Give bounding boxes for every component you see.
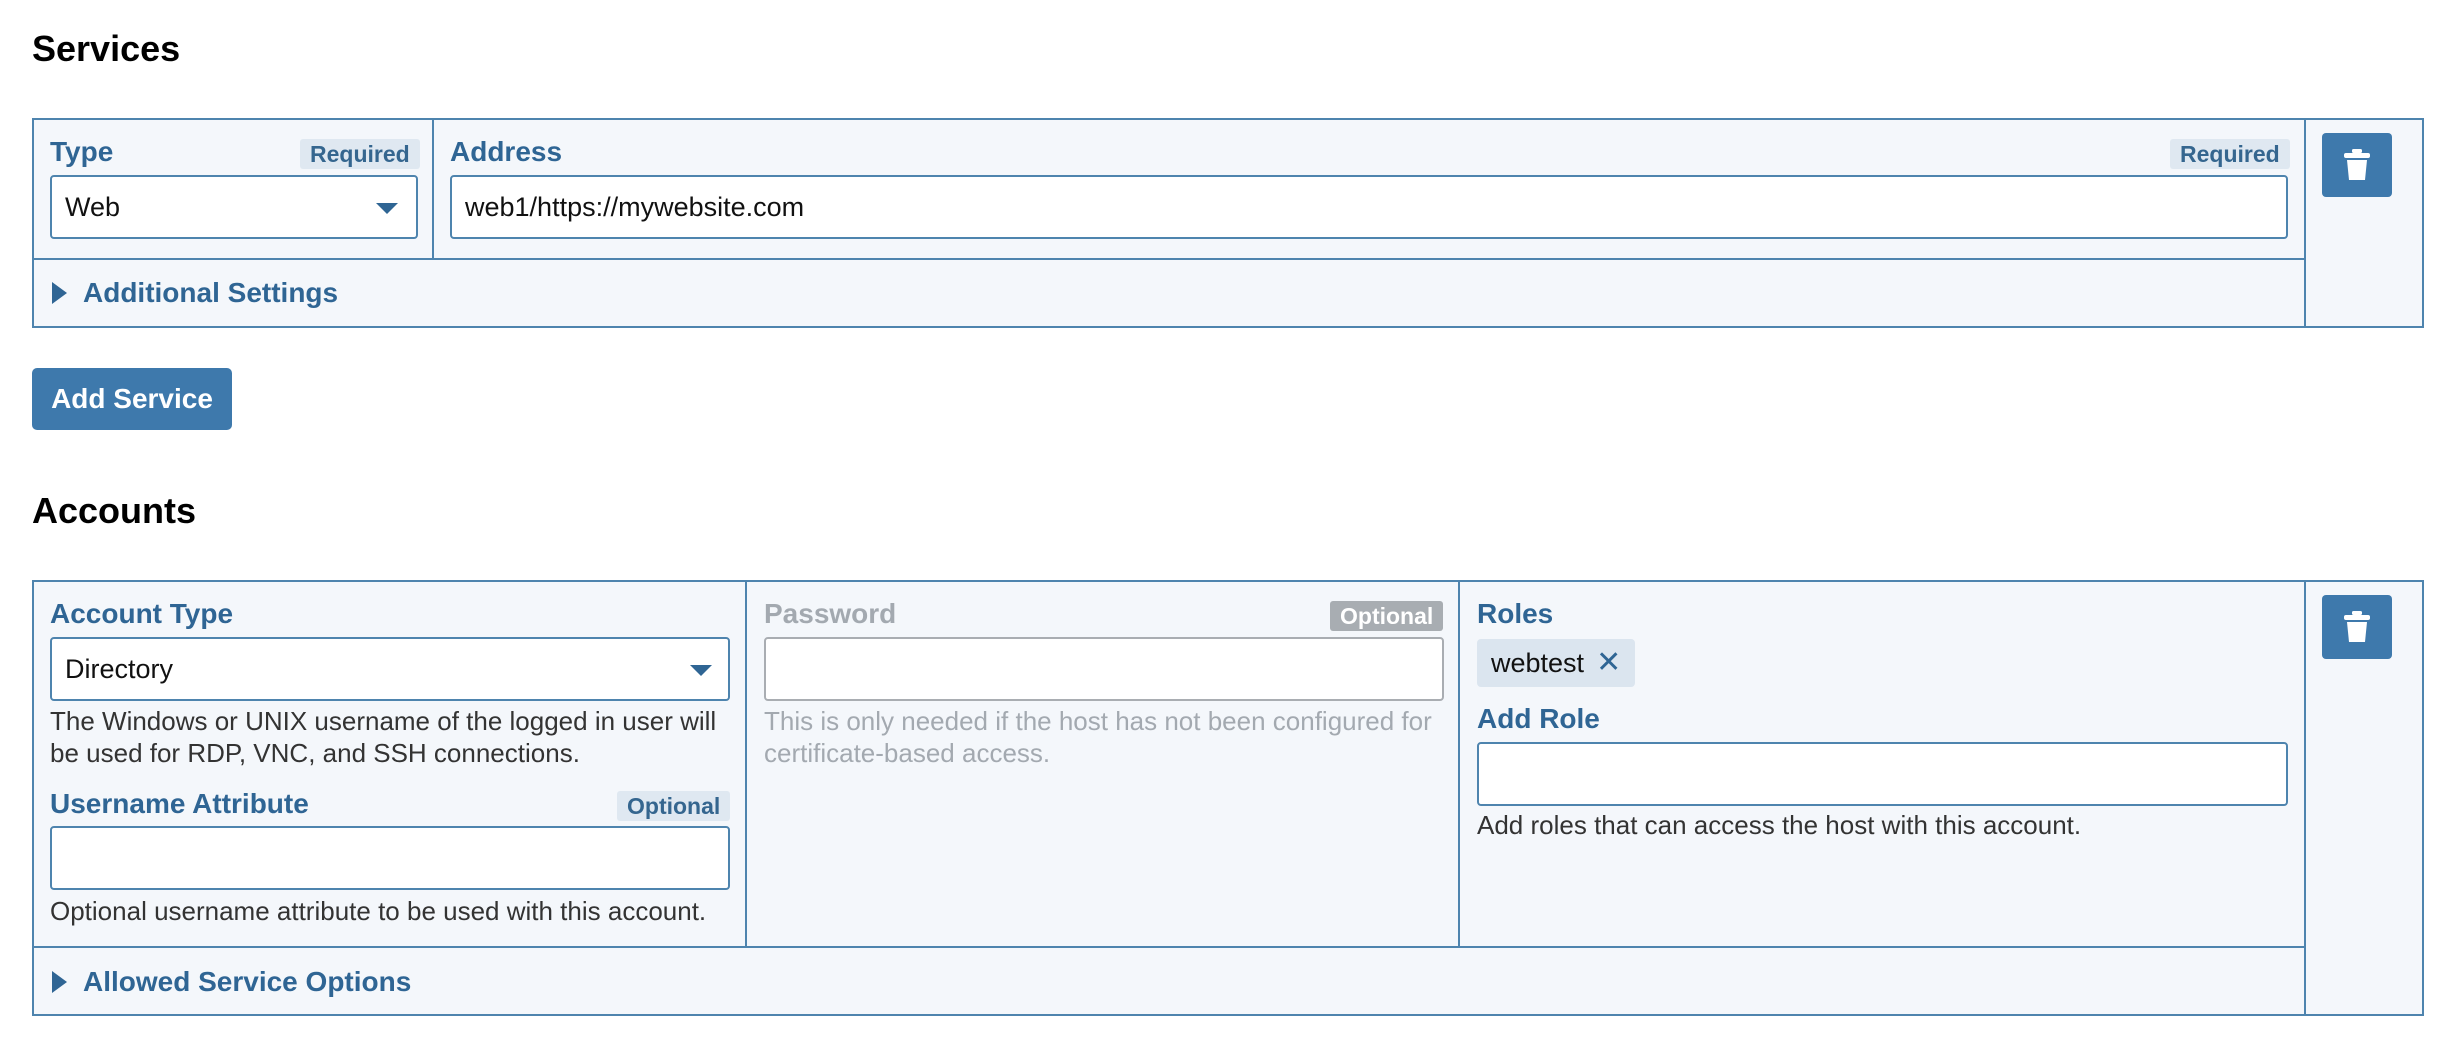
address-required-badge: Required: [2170, 139, 2290, 169]
roles-label: Roles: [1477, 598, 1554, 629]
triangle-right-icon: [52, 970, 67, 993]
add-service-button[interactable]: Add Service: [32, 368, 232, 430]
divider: [432, 118, 434, 260]
delete-service-button[interactable]: [2322, 133, 2392, 197]
divider: [2304, 118, 2306, 328]
role-chip-label: webtest: [1491, 648, 1585, 678]
triangle-right-icon: [52, 281, 67, 304]
password-optional-badge: Optional: [1330, 601, 1444, 631]
password-label: Password: [764, 598, 897, 629]
additional-settings-toggle[interactable]: Additional Settings: [52, 277, 338, 309]
trash-icon: [2344, 611, 2370, 642]
caret-down-icon: [376, 203, 398, 214]
allowed-service-options-toggle[interactable]: Allowed Service Options: [52, 966, 411, 998]
password-input[interactable]: [764, 637, 1444, 701]
trash-icon: [2344, 149, 2370, 180]
account-type-label: Account Type: [50, 598, 234, 629]
divider: [2304, 580, 2306, 1016]
type-select-value: Web: [65, 192, 121, 222]
type-select[interactable]: Web: [50, 175, 418, 239]
delete-account-button[interactable]: [2322, 595, 2392, 659]
caret-down-icon: [690, 665, 712, 676]
account-type-select-value: Directory: [65, 654, 174, 684]
role-chip: webtest ✕: [1477, 639, 1636, 687]
address-input-value: web1/https://mywebsite.com: [465, 192, 805, 222]
address-input[interactable]: web1/https://mywebsite.com: [450, 175, 2288, 239]
username-attribute-help: Optional username attribute to be used w…: [50, 896, 707, 926]
type-required-badge: Required: [300, 139, 420, 169]
account-type-help: The Windows or UNIX username of the logg…: [50, 706, 717, 768]
divider: [32, 946, 2304, 948]
type-label: Type: [50, 136, 114, 167]
username-attribute-optional-badge: Optional: [617, 791, 731, 821]
close-icon[interactable]: ✕: [1596, 639, 1621, 687]
divider: [1458, 580, 1460, 946]
divider: [32, 258, 2304, 260]
password-help: This is only needed if the host has not …: [764, 706, 1432, 768]
add-role-input[interactable]: [1477, 742, 2288, 806]
accounts-heading: Accounts: [32, 490, 197, 531]
additional-settings-label: Additional Settings: [83, 277, 339, 308]
username-attribute-input[interactable]: [50, 826, 730, 890]
divider: [745, 580, 747, 946]
allowed-service-options-label: Allowed Service Options: [83, 966, 412, 997]
services-heading: Services: [32, 28, 181, 69]
add-role-label: Add Role: [1477, 703, 1600, 734]
add-role-help: Add roles that can access the host with …: [1477, 810, 2082, 840]
address-label: Address: [450, 136, 563, 167]
account-type-select[interactable]: Directory: [50, 637, 730, 701]
username-attribute-label: Username Attribute: [50, 788, 309, 819]
